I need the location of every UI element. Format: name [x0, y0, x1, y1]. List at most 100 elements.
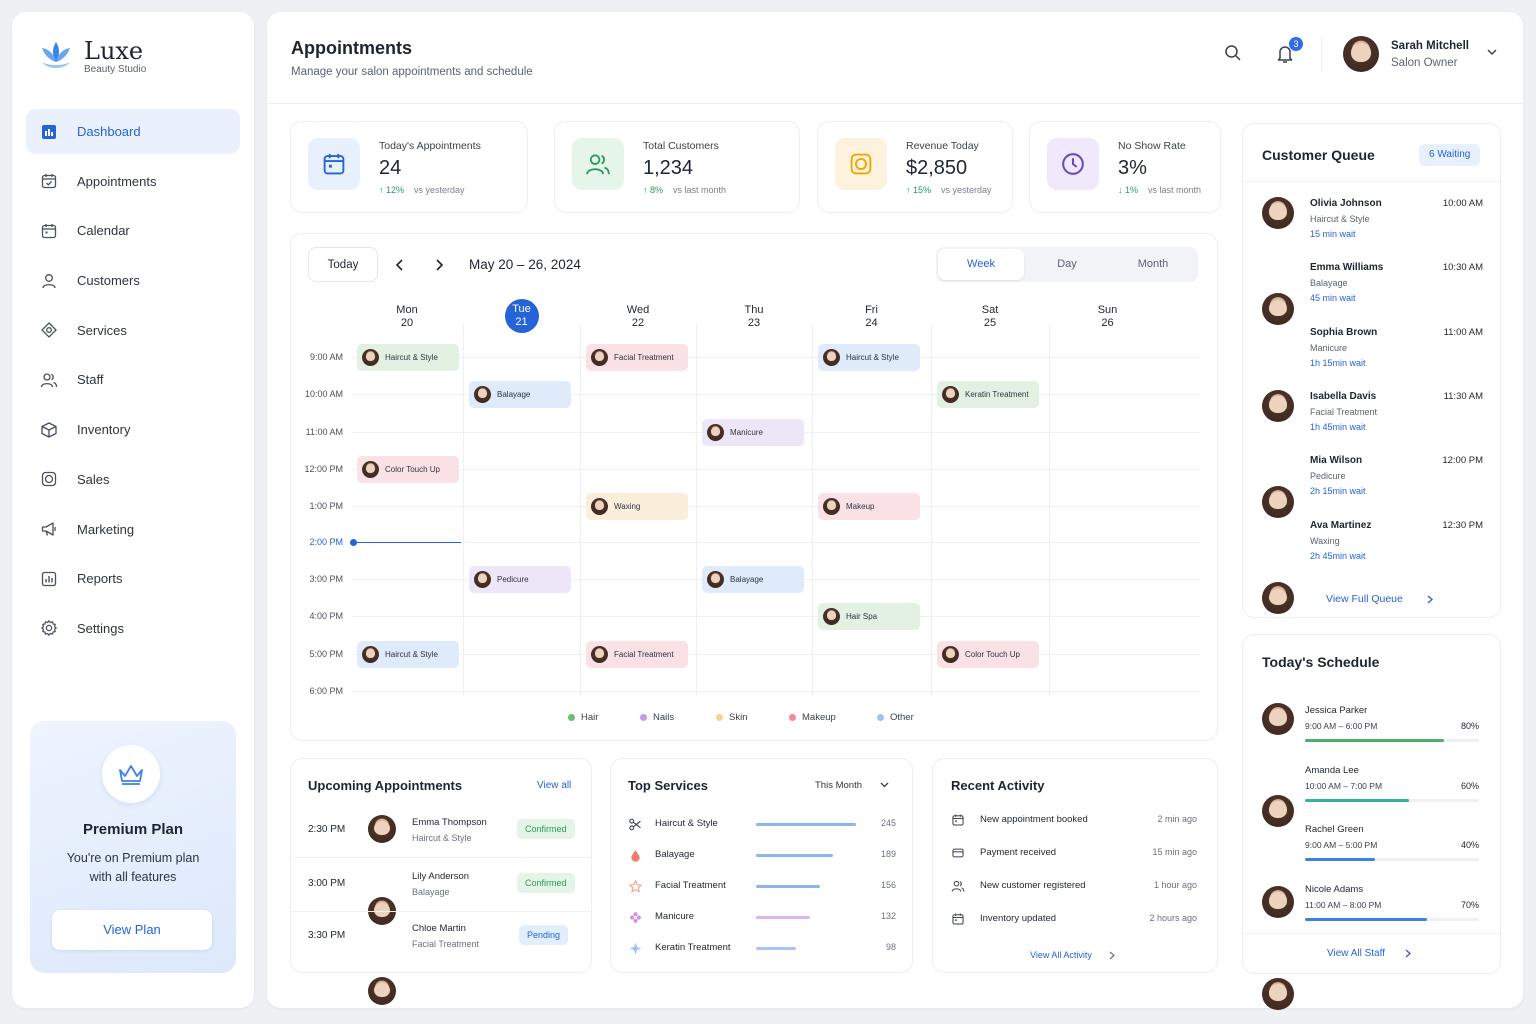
calendar-appointment[interactable]: Color Touch Up: [357, 456, 459, 483]
top-services-title: Top Services: [628, 778, 708, 793]
wait-time: 45 min wait: [1310, 293, 1356, 304]
megaphone-icon: [41, 522, 56, 536]
brand-logo[interactable]: Luxe Beauty Studio: [36, 36, 146, 76]
day-header[interactable]: Thu 23: [695, 304, 813, 330]
user-role: Salon Owner: [1391, 57, 1458, 69]
view-tab-week[interactable]: Week: [938, 249, 1024, 280]
service-bar-fill: [756, 885, 820, 888]
chevron-down-icon[interactable]: [1486, 48, 1498, 56]
user-avatar[interactable]: [1343, 36, 1379, 72]
staff-schedule-row[interactable]: Nicole Adams 11:00 AM – 8:00 PM 70%: [1243, 731, 1500, 1010]
day-header[interactable]: Sun 26: [1049, 304, 1167, 330]
service-name: Haircut & Style: [412, 833, 472, 843]
calendar-appointment[interactable]: Balayage: [702, 566, 804, 593]
sidebar-item-customers[interactable]: Customers: [26, 258, 240, 303]
star-icon: [628, 879, 643, 894]
sidebar-item-marketing[interactable]: Marketing: [26, 507, 240, 552]
view-tab-day[interactable]: Day: [1024, 249, 1110, 280]
legend-label: Skin: [729, 712, 748, 723]
avatar: [362, 349, 379, 366]
chevron-right-icon[interactable]: [1109, 951, 1115, 960]
chevron-right-icon[interactable]: [1427, 595, 1433, 604]
period-select[interactable]: This Month: [807, 773, 897, 797]
calendar-appointment[interactable]: Balayage: [469, 381, 571, 408]
scissors-icon: [628, 817, 643, 832]
time-label: 4:00 PM: [309, 611, 343, 621]
calendar-appointment[interactable]: Makeup: [818, 493, 920, 520]
service-bar-fill: [756, 823, 856, 826]
sidebar-item-dashboard[interactable]: Dashboard: [26, 109, 240, 154]
view-all-activity-link[interactable]: View All Activity: [1030, 950, 1092, 960]
day-header[interactable]: Fri 24: [813, 304, 931, 330]
view-tab-month[interactable]: Month: [1110, 249, 1196, 280]
view-all-staff-link[interactable]: View All Staff: [1327, 948, 1385, 959]
dollar-icon: [41, 472, 57, 487]
day-name: Wed: [626, 304, 650, 316]
avatar: [1262, 582, 1294, 615]
calendar-appointment[interactable]: Haircut & Style: [357, 641, 459, 668]
service-name: Manicure: [655, 911, 695, 922]
activity-text: Inventory updated: [980, 913, 1057, 924]
legend-label: Nails: [653, 712, 675, 723]
legend-dot: [716, 714, 723, 721]
avatar: [1262, 389, 1294, 422]
chart-icon: [40, 570, 58, 588]
sidebar-item-label: Calendar: [77, 223, 130, 239]
chevron-right-icon[interactable]: [434, 258, 444, 272]
calendar-appointment[interactable]: Manicure: [702, 419, 804, 446]
chevron-right-icon[interactable]: [1405, 949, 1411, 958]
staff-hours: 11:00 AM – 8:00 PM: [1305, 899, 1382, 910]
calendar-appointment[interactable]: Waxing: [586, 493, 688, 520]
sidebar-item-label: Sales: [77, 471, 110, 487]
diamond-icon: [40, 321, 58, 339]
calendar-appointment[interactable]: Hair Spa: [818, 603, 920, 630]
staff-name: Rachel Green: [1305, 824, 1364, 835]
search-icon[interactable]: [1224, 44, 1242, 62]
avatar: [1262, 794, 1294, 827]
calendar-appointment[interactable]: Facial Treatment: [586, 641, 688, 668]
view-full-queue-link[interactable]: View Full Queue: [1326, 593, 1403, 605]
view-plan-button[interactable]: View Plan: [52, 910, 212, 950]
chevron-down-icon: [880, 782, 889, 788]
star-icon: [629, 880, 642, 893]
day-header[interactable]: Sat 25: [931, 304, 1049, 330]
calendar-appointment[interactable]: Haircut & Style: [818, 344, 920, 371]
sidebar-item-settings[interactable]: Settings: [26, 606, 240, 651]
staff-utilization: 40%: [1460, 840, 1479, 850]
appointment-label: Haircut & Style: [846, 353, 899, 362]
day-header[interactable]: Mon 20: [348, 304, 466, 330]
main-panel: Appointments Manage your salon appointme…: [267, 12, 1523, 1010]
sidebar-item-sales[interactable]: Sales: [26, 457, 240, 502]
status-badge: Confirmed: [517, 819, 575, 839]
sidebar-item-reports[interactable]: Reports: [26, 556, 240, 601]
utilization-bar: [1305, 917, 1479, 921]
appointment-label: Haircut & Style: [385, 353, 438, 362]
avatar: [1262, 703, 1294, 735]
calendar-icon: [951, 813, 965, 827]
sidebar-item-staff[interactable]: Staff: [26, 357, 240, 402]
sidebar-item-inventory[interactable]: Inventory: [26, 407, 240, 452]
sidebar-item-appointments[interactable]: Appointments: [26, 159, 240, 204]
calendar-appointment[interactable]: Haircut & Style: [357, 344, 459, 371]
sidebar-item-calendar[interactable]: Calendar: [26, 208, 240, 253]
todays-schedule-card: Today's Schedule Jessica Parker 9:00 AM …: [1242, 634, 1502, 1010]
today-button[interactable]: Today: [308, 247, 378, 282]
legend-item: Skin: [716, 712, 747, 723]
appointment-label: Color Touch Up: [385, 465, 440, 474]
users-icon: [951, 880, 965, 892]
calendar-appointment[interactable]: Pedicure: [469, 566, 571, 593]
calendar-appointment[interactable]: Keratin Treatment: [937, 381, 1039, 408]
view-all-link[interactable]: View all: [537, 780, 571, 791]
legend-item: Nails: [640, 712, 674, 723]
sidebar-item-services[interactable]: Services: [26, 308, 240, 353]
day-header[interactable]: Wed 22: [579, 304, 697, 330]
staff-schedule-row[interactable]: Amanda Lee 10:00 AM – 7:00 PM 60%: [1243, 667, 1500, 827]
calendar-appointment[interactable]: Facial Treatment: [586, 344, 688, 371]
service-name: Keratin Treatment: [655, 942, 731, 953]
appointment-label: Haircut & Style: [385, 650, 438, 659]
calendar-appointment[interactable]: Color Touch Up: [937, 641, 1039, 668]
stat-trend: ↑ 15% vs yesterday: [906, 185, 992, 195]
day-header-today[interactable]: Tue 21: [504, 299, 539, 333]
chevron-left-icon[interactable]: [395, 258, 405, 272]
avatar: [707, 424, 724, 441]
